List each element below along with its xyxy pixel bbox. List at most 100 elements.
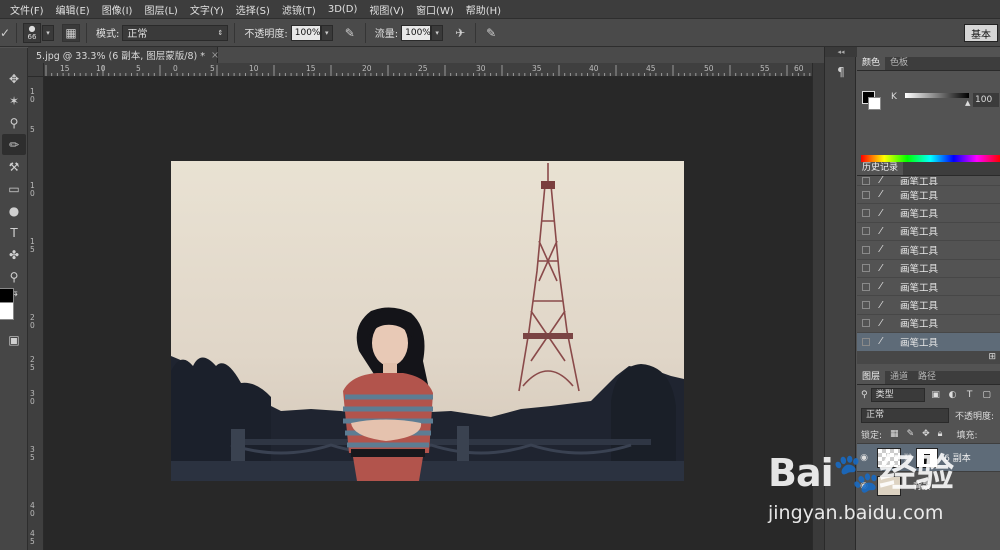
tab-color[interactable]: 颜色: [857, 57, 886, 70]
history-snapshot-checkbox[interactable]: [862, 282, 870, 291]
ruler-label: 20: [362, 64, 372, 73]
brush-panel-icon[interactable]: ▦: [62, 23, 80, 42]
history-snapshot-checkbox[interactable]: [862, 337, 870, 346]
history-item[interactable]: ⁄ 画笔工具: [857, 176, 1000, 186]
new-document-from-state-icon[interactable]: ⊞: [988, 352, 996, 362]
flow-input[interactable]: 100%: [401, 24, 432, 41]
history-item[interactable]: ⁄ 画笔工具: [857, 186, 1000, 205]
flow-dropdown[interactable]: ▾: [431, 24, 444, 41]
history-snapshot-checkbox[interactable]: [862, 209, 870, 218]
ruler-label: 40: [589, 64, 599, 73]
history-item[interactable]: ⁄ 画笔工具: [857, 204, 1000, 223]
menu-help[interactable]: 帮助(H): [460, 2, 507, 17]
brush-dropdown[interactable]: ▾: [42, 24, 54, 41]
history-item[interactable]: ⁄ 画笔工具: [857, 222, 1000, 242]
history-item-label: 画笔工具: [900, 245, 939, 257]
filter-shape-icon[interactable]: ▢: [981, 390, 993, 400]
blend-row: 正常 不透明度:: [857, 405, 1000, 425]
history-snapshot-checkbox[interactable]: [862, 319, 870, 328]
tab-swatches[interactable]: 色板: [885, 57, 913, 70]
fill-label: 填充:: [956, 430, 978, 441]
menu-filter[interactable]: 滤镜(T): [276, 2, 322, 17]
blend-mode-select[interactable]: 正常: [861, 407, 949, 423]
divider: [16, 22, 17, 43]
tool-preset-icon[interactable]: ✓: [0, 24, 10, 42]
menu-edit[interactable]: 编辑(E): [50, 2, 96, 17]
lock-all-icon[interactable]: 🔒︎: [938, 429, 943, 439]
menu-select[interactable]: 选择(S): [230, 2, 276, 17]
eyedropper-icon[interactable]: ⚲: [2, 112, 26, 133]
lock-position-icon[interactable]: ✥: [922, 429, 930, 439]
brush-dot-icon: ●: [28, 24, 36, 33]
tab-layers[interactable]: 图层: [857, 371, 886, 384]
history-snapshot-checkbox[interactable]: [862, 245, 870, 254]
k-channel-slider[interactable]: [905, 93, 969, 98]
history-snapshot-checkbox[interactable]: [862, 264, 870, 273]
document-image[interactable]: [171, 161, 684, 481]
history-item-label: 画笔工具: [900, 264, 939, 276]
watermark-logo: Bai🐾经验: [768, 451, 954, 495]
history-item[interactable]: ⁄ 画笔工具: [857, 277, 1000, 297]
menu-window[interactable]: 窗口(W): [410, 2, 460, 17]
menu-type[interactable]: 文字(Y): [184, 2, 230, 17]
custom-shape-icon[interactable]: ✤: [2, 244, 26, 265]
tab-channels[interactable]: 通道: [885, 371, 913, 384]
filter-type-icon[interactable]: T: [964, 390, 976, 400]
dodge-icon[interactable]: ●: [2, 200, 26, 221]
history-snapshot-checkbox[interactable]: [862, 301, 870, 310]
history-snapshot-checkbox[interactable]: [862, 176, 870, 185]
tab-paths[interactable]: 路径: [913, 371, 941, 384]
background-color-swatch[interactable]: [868, 97, 881, 110]
eraser-icon[interactable]: ▭: [2, 178, 26, 199]
filter-pixel-icon[interactable]: ▣: [930, 390, 942, 400]
clone-stamp-icon[interactable]: ⚒: [2, 156, 26, 177]
mode-select[interactable]: 正常 ⇕: [122, 24, 229, 41]
ruler-label: 10: [249, 64, 259, 73]
collapse-icon[interactable]: ◂◂: [825, 47, 857, 57]
lock-transparent-icon[interactable]: ▦: [890, 429, 899, 439]
ruler-label: 5: [30, 245, 35, 254]
tab-history[interactable]: 历史记录: [857, 162, 904, 175]
menu-3d[interactable]: 3D(D): [322, 4, 364, 15]
opacity-dropdown[interactable]: ▾: [320, 24, 333, 41]
lock-image-icon[interactable]: ✎: [907, 429, 915, 439]
magic-wand-icon[interactable]: ✶: [2, 90, 26, 111]
type-tool-icon[interactable]: T: [2, 222, 26, 243]
screen-mode-icon[interactable]: ▣: [2, 329, 26, 350]
vertical-ruler[interactable]: 1 0 5 1 0 1 5 2 0 2 5 3 0 3 5 4 0 4 5: [28, 77, 44, 550]
background-swatch[interactable]: [0, 302, 14, 320]
brush-tool-icon[interactable]: ✏: [2, 134, 26, 155]
move-tool-icon[interactable]: ✥: [2, 68, 26, 89]
brush-size-preview[interactable]: ● 66: [23, 22, 41, 43]
history-item-selected[interactable]: ⁄ 画笔工具: [857, 333, 1000, 352]
history-item-label: 画笔工具: [900, 337, 939, 349]
horizontal-ruler[interactable]: 15 10 5 0 5 10 15 20 25 30 35 40 45 50 5…: [44, 63, 812, 77]
zoom-icon[interactable]: ⚲: [2, 266, 26, 287]
menu-image[interactable]: 图像(I): [96, 2, 139, 17]
close-tab-icon[interactable]: ×: [211, 50, 219, 61]
menu-file[interactable]: 文件(F): [4, 2, 50, 17]
menu-layer[interactable]: 图层(L): [138, 2, 183, 17]
workspace-button[interactable]: 基本: [964, 24, 998, 42]
history-snapshot-checkbox[interactable]: [862, 190, 870, 199]
history-item[interactable]: ⁄ 画笔工具: [857, 241, 1000, 260]
opacity-input[interactable]: 100%: [290, 24, 321, 41]
pressure-size-icon[interactable]: ✎: [482, 24, 500, 42]
history-item[interactable]: ⁄ 画笔工具: [857, 296, 1000, 315]
brush-size-value: 66: [27, 33, 37, 41]
filter-adjustment-icon[interactable]: ◐: [947, 390, 959, 400]
ruler-corner: [28, 63, 44, 77]
layer-filter-select[interactable]: 类型: [870, 388, 925, 402]
history-snapshot-checkbox[interactable]: [862, 227, 870, 236]
pressure-opacity-icon[interactable]: ✎: [341, 24, 359, 42]
history-item[interactable]: ⁄ 画笔工具: [857, 314, 1000, 334]
k-channel-value[interactable]: 100: [973, 93, 999, 107]
brush-icon: ⁄: [880, 262, 882, 274]
menu-view[interactable]: 视图(V): [363, 2, 410, 17]
document-tab[interactable]: 5.jpg @ 33.3% (6 副本, 图层蒙版/8) * ×: [28, 47, 219, 63]
paragraph-panel-icon[interactable]: ¶: [833, 65, 849, 83]
divider: [234, 22, 236, 43]
airbrush-icon[interactable]: ✈: [451, 24, 469, 42]
history-item[interactable]: ⁄ 画笔工具: [857, 259, 1000, 278]
slider-thumb-icon[interactable]: ▲: [965, 99, 970, 107]
